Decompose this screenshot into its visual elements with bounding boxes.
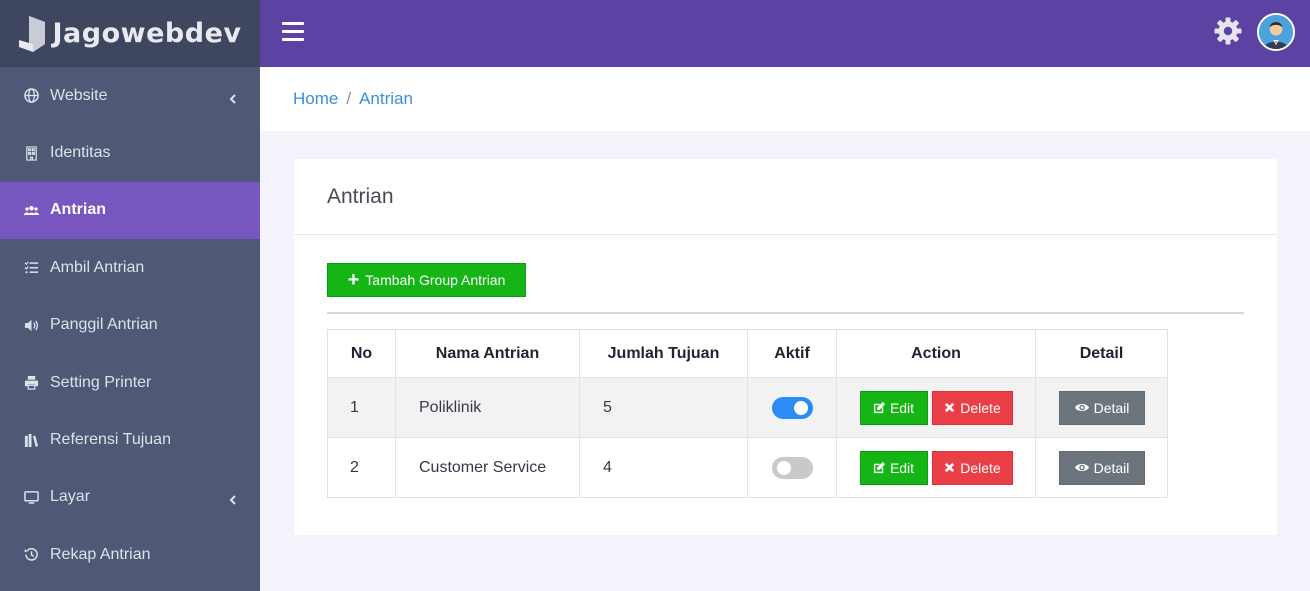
sidebar-nav: Website Identitas Antrian Ambil Antrian …	[0, 67, 260, 584]
detail-button[interactable]: Detail	[1058, 450, 1145, 485]
cell-action: Edit Delete	[836, 437, 1036, 498]
delete-button-label: Delete	[960, 399, 1001, 416]
cell-detail: Detail	[1035, 437, 1168, 498]
delete-button[interactable]: Delete	[931, 450, 1013, 485]
cell-detail: Detail	[1035, 377, 1168, 438]
cell-action: Edit Delete	[836, 377, 1036, 438]
col-header-name: Nama Antrian	[395, 329, 580, 378]
sidebar-item-label: Panggil Antrian	[50, 316, 158, 334]
col-header-detail: Detail	[1035, 329, 1168, 378]
brand-logo-icon	[18, 15, 45, 52]
detail-button-label: Detail	[1093, 399, 1130, 416]
sidebar-item-rekap-antrian[interactable]: Rekap Antrian	[0, 526, 260, 583]
edit-icon	[873, 461, 886, 474]
table-row: 1 Poliklinik 5 Edit Delete Detail	[327, 377, 1168, 438]
col-header-no: No	[327, 329, 396, 378]
add-group-button-label: Tambah Group Antrian	[365, 272, 506, 288]
breadcrumb-home-link[interactable]: Home	[293, 89, 338, 109]
chevron-left-icon	[228, 492, 238, 506]
cell-name: Poliklinik	[395, 377, 580, 438]
sidebar-item-label: Referensi Tujuan	[50, 431, 171, 449]
gear-icon[interactable]	[1213, 16, 1243, 46]
content-card: Antrian + Tambah Group Antrian No Nama A…	[294, 159, 1277, 535]
eye-icon	[1074, 464, 1089, 471]
history-icon	[22, 546, 40, 564]
edit-button[interactable]: Edit	[859, 450, 928, 485]
breadcrumb-separator: /	[346, 89, 352, 108]
close-icon	[945, 402, 955, 413]
sidebar-item-identitas[interactable]: Identitas	[0, 124, 260, 181]
printer-icon	[22, 374, 40, 392]
edit-button-label: Edit	[889, 459, 915, 476]
users-icon	[22, 201, 40, 219]
edit-button-label: Edit	[889, 399, 915, 416]
sidebar-item-panggil-antrian[interactable]: Panggil Antrian	[0, 297, 260, 354]
brand[interactable]: Jagowebdev	[0, 0, 260, 67]
cell-active	[747, 437, 837, 498]
cell-name: Customer Service	[395, 437, 580, 498]
card-header: Antrian	[294, 159, 1277, 235]
cell-no: 2	[327, 437, 396, 498]
active-toggle[interactable]	[771, 456, 813, 479]
divider	[327, 312, 1244, 314]
globe-icon	[22, 87, 40, 105]
sidebar-item-ambil-antrian[interactable]: Ambil Antrian	[0, 239, 260, 296]
antrian-table: No Nama Antrian Jumlah Tujuan Aktif Acti…	[327, 329, 1168, 498]
books-icon	[22, 431, 40, 449]
table-row: 2 Customer Service 4 Edit Delete Detail	[327, 437, 1168, 498]
col-header-active: Aktif	[747, 329, 837, 378]
cell-count: 4	[579, 437, 748, 498]
page-title: Antrian	[327, 184, 394, 208]
edit-button[interactable]: Edit	[859, 390, 928, 425]
breadcrumb-current[interactable]: Antrian	[359, 89, 413, 109]
delete-button-label: Delete	[960, 459, 1001, 476]
cell-no: 1	[327, 377, 396, 438]
sidebar-item-label: Layar	[50, 488, 91, 506]
sidebar-item-label: Rekap Antrian	[50, 545, 151, 563]
plus-icon: +	[347, 269, 360, 291]
sidebar-item-label: Ambil Antrian	[50, 258, 145, 276]
detail-button[interactable]: Detail	[1058, 390, 1145, 425]
table-header-row: No Nama Antrian Jumlah Tujuan Aktif Acti…	[327, 329, 1168, 378]
active-toggle[interactable]	[771, 396, 813, 419]
cell-active	[747, 377, 837, 438]
sidebar-item-antrian[interactable]: Antrian	[0, 181, 260, 240]
add-group-button[interactable]: + Tambah Group Antrian	[327, 263, 526, 297]
edit-icon	[873, 401, 886, 414]
sidebar-item-label: Identitas	[50, 144, 111, 162]
sidebar-item-label: Website	[50, 86, 108, 104]
eye-icon	[1074, 404, 1089, 411]
chevron-left-icon	[228, 91, 238, 104]
sidebar: Jagowebdev Website Identitas Antrian Amb…	[0, 0, 260, 591]
hamburger-icon[interactable]	[282, 22, 304, 42]
close-icon	[945, 462, 955, 473]
list-icon	[22, 259, 40, 277]
col-header-count: Jumlah Tujuan	[579, 329, 748, 378]
col-header-action: Action	[836, 329, 1036, 378]
toggle-knob	[776, 460, 791, 475]
sidebar-item-label: Setting Printer	[50, 373, 152, 391]
cell-count: 5	[579, 377, 748, 438]
sidebar-item-label: Antrian	[50, 201, 106, 219]
delete-button[interactable]: Delete	[931, 390, 1013, 425]
sidebar-item-referensi-tujuan[interactable]: Referensi Tujuan	[0, 411, 260, 468]
breadcrumb: Home / Antrian	[260, 67, 1310, 131]
user-avatar-icon[interactable]	[1257, 13, 1295, 51]
topbar	[260, 0, 1310, 67]
sidebar-item-website[interactable]: Website	[0, 67, 260, 124]
monitor-icon	[22, 488, 40, 506]
volume-icon	[22, 316, 40, 334]
building-icon	[22, 144, 40, 162]
brand-name: Jagowebdev	[52, 18, 242, 49]
detail-button-label: Detail	[1093, 459, 1130, 476]
sidebar-item-setting-printer[interactable]: Setting Printer	[0, 354, 260, 411]
toggle-knob	[793, 400, 808, 415]
sidebar-item-layar[interactable]: Layar	[0, 469, 260, 526]
